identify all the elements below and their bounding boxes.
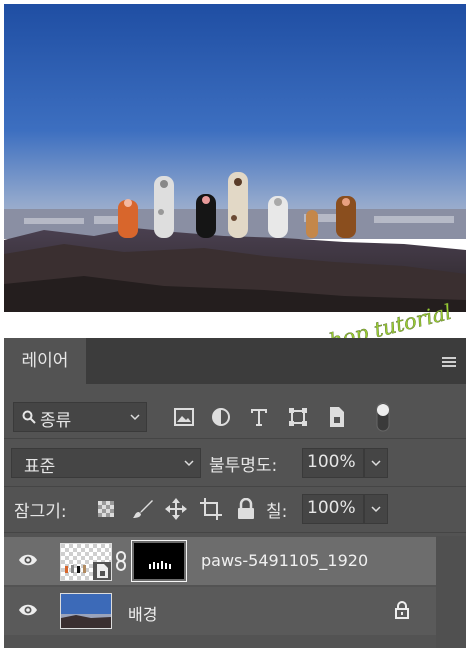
- opacity-input[interactable]: 100%: [302, 448, 364, 478]
- fill-label: 칠:: [266, 502, 288, 522]
- lock-image-pixels-icon[interactable]: [132, 498, 154, 520]
- smart-object-badge-icon: [93, 562, 111, 580]
- filter-kind-label: 종류: [40, 411, 72, 431]
- opacity-value: 100%: [307, 452, 356, 472]
- layer-row-background[interactable]: 배경: [4, 587, 436, 635]
- smart-object-filter-icon[interactable]: [328, 406, 346, 428]
- paws-thumbnail-icon: [65, 565, 86, 573]
- search-icon: [22, 410, 36, 424]
- mask-link-icon[interactable]: [115, 551, 127, 571]
- eye-icon[interactable]: [18, 553, 38, 567]
- layer-row-paws[interactable]: paws-5491105_1920: [4, 537, 436, 585]
- lock-label: 잠그기:: [14, 502, 67, 522]
- lock-artboard-icon[interactable]: [200, 498, 222, 520]
- lock-position-icon[interactable]: [165, 498, 187, 520]
- filter-toggle-icon[interactable]: [376, 402, 390, 432]
- layer-name[interactable]: paws-5491105_1920: [201, 551, 368, 570]
- layer-thumbnail[interactable]: [60, 543, 112, 581]
- chevron-down-icon: [371, 506, 381, 513]
- panel-tab-bar: 레이어: [4, 338, 466, 384]
- layer-name[interactable]: 배경: [128, 601, 157, 625]
- chevron-down-icon: [371, 460, 381, 467]
- tab-layers[interactable]: 레이어: [4, 338, 86, 384]
- filter-kind-dropdown[interactable]: 종류: [13, 402, 147, 432]
- lock-icon[interactable]: [395, 601, 409, 619]
- fill-input[interactable]: 100%: [302, 494, 364, 524]
- layers-scrollbar-track[interactable]: [436, 536, 466, 648]
- fill-value: 100%: [307, 498, 356, 518]
- fill-dropdown-button[interactable]: [364, 494, 388, 524]
- lock-transparent-pixels-icon[interactable]: [97, 500, 115, 518]
- adjustment-filter-icon[interactable]: [211, 407, 231, 427]
- canvas-image[interactable]: [4, 4, 466, 312]
- opacity-dropdown-button[interactable]: [364, 448, 388, 478]
- chevron-down-icon: [130, 414, 140, 421]
- mask-shape-icon: [149, 561, 171, 569]
- layer-mask-thumbnail[interactable]: [131, 540, 187, 582]
- background-thumbnail[interactable]: [60, 593, 112, 629]
- opacity-label: 불투명도:: [209, 456, 278, 476]
- panel-menu-icon[interactable]: [442, 357, 456, 369]
- shape-filter-icon[interactable]: [288, 407, 308, 427]
- lock-all-icon[interactable]: [237, 498, 255, 520]
- image-filter-icon[interactable]: [174, 408, 194, 426]
- layers-panel: 레이어 종류 표준 불투명도: 100% 잠그기: 칠: 100% paws-5…: [4, 338, 466, 648]
- blend-mode-value: 표준: [24, 457, 56, 477]
- eye-icon[interactable]: [18, 603, 38, 617]
- type-filter-icon[interactable]: [249, 407, 269, 427]
- blend-mode-dropdown[interactable]: 표준: [11, 448, 201, 478]
- chevron-down-icon: [184, 460, 194, 467]
